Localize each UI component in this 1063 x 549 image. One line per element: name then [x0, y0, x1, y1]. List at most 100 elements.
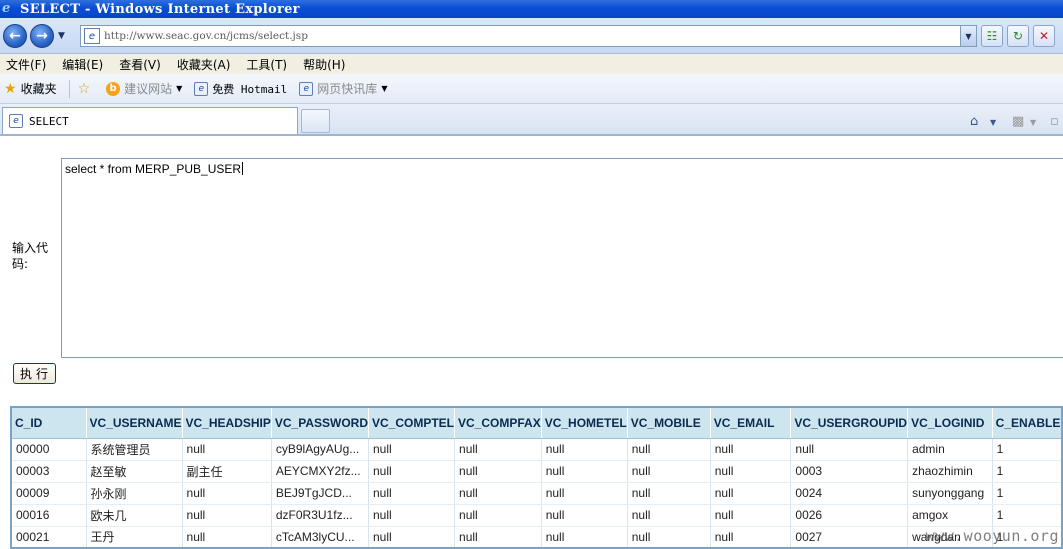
table-row: 00009 孙永刚 null BEJ9TgJCD... null null null null…: [11, 482, 1063, 505]
table-cell: AEYCMXY2fz...: [271, 460, 370, 483]
table-cell: 1: [992, 438, 1063, 461]
table-cell: sunyonggang: [907, 482, 993, 505]
table-cell: 0024: [790, 482, 909, 505]
table-row: 00000 系统管理员 null cyB9lAgyAUg... null null null…: [11, 438, 1063, 461]
history-dropdown-icon[interactable]: ▼: [58, 31, 65, 41]
table-cell: 1: [992, 504, 1063, 527]
free-hotmail-label: 免费 Hotmail: [212, 82, 288, 96]
chevron-down-icon: ▼: [381, 84, 388, 93]
back-arrow-icon: ←: [9, 28, 21, 44]
table-cell: null: [454, 438, 542, 461]
table-cell: null: [368, 504, 456, 527]
table-cell: null: [182, 504, 272, 527]
favorites-label: 收藏夹: [20, 82, 57, 96]
table-cell: 1: [992, 482, 1063, 505]
stop-button[interactable]: ✕: [1033, 25, 1055, 47]
execute-button[interactable]: 执行: [13, 363, 56, 384]
address-url[interactable]: http://www.seac.gov.cn/jcms/select.jsp: [104, 30, 308, 42]
table-cell: null: [541, 438, 628, 461]
column-header: C_ENABLE: [992, 407, 1063, 439]
table-cell: null: [182, 438, 272, 461]
window-title: SELECT - Windows Internet Explorer: [20, 1, 300, 17]
table-cell: null: [710, 526, 792, 549]
ie-page-icon: e: [299, 81, 314, 96]
column-header: VC_PASSWORD: [271, 407, 370, 439]
suggested-sites-button[interactable]: b 建议网站 ▼: [106, 80, 182, 97]
table-cell: 0003: [790, 460, 909, 483]
table-cell: 0026: [790, 504, 909, 527]
table-cell: cTcAM3lyCU...: [271, 526, 370, 549]
free-hotmail-link[interactable]: e 免费 Hotmail: [194, 81, 287, 97]
table-cell: null: [790, 438, 909, 461]
home-icon[interactable]: ⌂: [970, 114, 978, 129]
chevron-down-icon: ▼: [176, 84, 183, 93]
column-header: VC_HEADSHIP: [182, 407, 272, 439]
ie-logo-icon: e: [2, 1, 11, 16]
feeds-icon[interactable]: ▩: [1012, 114, 1024, 129]
column-header: VC_LOGINID: [907, 407, 993, 439]
column-header: VC_USERGROUPID: [790, 407, 909, 439]
table-cell: 系统管理员: [86, 438, 183, 461]
table-cell: null: [454, 526, 542, 549]
table-cell: amgox: [907, 504, 993, 527]
compatibility-icon: ☷: [986, 29, 998, 43]
result-table: C_ID VC_USERNAME VC_HEADSHIP VC_PASSWORD…: [10, 406, 1063, 549]
add-favorite-icon: ☆: [77, 80, 91, 97]
home-dropdown-icon[interactable]: ▼: [990, 118, 996, 127]
table-cell: null: [541, 482, 628, 505]
table-cell: null: [627, 482, 711, 505]
code-textarea[interactable]: select * from MERP_PUB_USER: [61, 158, 1063, 358]
add-to-favorites-button[interactable]: ☆: [78, 81, 95, 97]
refresh-icon: ↻: [1012, 29, 1024, 43]
refresh-button[interactable]: ↻: [1007, 25, 1029, 47]
text-cursor: [242, 162, 244, 175]
menu-favorites[interactable]: 收藏夹(A): [177, 56, 231, 73]
read-mail-icon[interactable]: ▫: [1050, 114, 1059, 129]
menu-edit[interactable]: 编辑(E): [62, 56, 103, 73]
table-cell: null: [541, 460, 628, 483]
table-cell: 00000: [11, 438, 87, 461]
table-cell: 1: [992, 460, 1063, 483]
favorites-button[interactable]: ★ 收藏夹: [4, 80, 57, 97]
tab-select[interactable]: e SELECT: [2, 107, 298, 134]
table-cell: null: [368, 438, 456, 461]
web-slice-gallery-button[interactable]: e 网页快讯库 ▼: [299, 80, 387, 97]
forward-arrow-icon: →: [36, 28, 48, 44]
table-cell: null: [368, 526, 456, 549]
table-header-row: C_ID VC_USERNAME VC_HEADSHIP VC_PASSWORD…: [11, 407, 1063, 439]
table-cell: null: [541, 504, 628, 527]
menu-view[interactable]: 查看(V): [119, 56, 161, 73]
table-cell: null: [454, 504, 542, 527]
address-dropdown-icon[interactable]: ▼: [960, 26, 976, 46]
menu-tools[interactable]: 工具(T): [246, 56, 287, 73]
menu-file[interactable]: 文件(F): [6, 56, 46, 73]
table-cell: 00009: [11, 482, 87, 505]
table-cell: 赵至敏: [86, 460, 183, 483]
table-cell: 00016: [11, 504, 87, 527]
new-tab-button[interactable]: [301, 109, 330, 133]
menu-help[interactable]: 帮助(H): [303, 56, 345, 73]
table-cell: null: [710, 482, 792, 505]
forward-button[interactable]: →: [30, 24, 54, 48]
table-cell: null: [368, 460, 456, 483]
table-cell: dzF0R3U1fz...: [271, 504, 370, 527]
close-icon: ✕: [1038, 29, 1050, 43]
address-toolbar: ← → ▼ e http://www.seac.gov.cn/jcms/sele…: [0, 18, 1063, 54]
code-label: 输入代码:: [12, 241, 49, 271]
web-slice-label: 网页快讯库: [317, 82, 378, 96]
address-bar[interactable]: e http://www.seac.gov.cn/jcms/select.jsp…: [80, 25, 977, 47]
column-header: VC_USERNAME: [86, 407, 183, 439]
page-content: 输入代码: select * from MERP_PUB_USER 执行 C_I…: [0, 138, 1063, 549]
table-cell: BEJ9TgJCD...: [271, 482, 370, 505]
code-text: select * from MERP_PUB_USER: [65, 162, 242, 176]
feeds-dropdown-icon[interactable]: ▼: [1030, 118, 1036, 127]
tab-bar: e SELECT ⌂ ▼ ▩ ▼ ▫: [0, 104, 1063, 136]
table-cell: null: [627, 504, 711, 527]
compatibility-view-button[interactable]: ☷: [981, 25, 1003, 47]
watermark: www.wooyun.org: [925, 527, 1059, 545]
table-row: 00003 赵至敏 副主任 AEYCMXY2fz... null null null null…: [11, 460, 1063, 483]
table-cell: null: [454, 482, 542, 505]
ie-page-icon: e: [194, 81, 209, 96]
suggested-sites-icon: b: [106, 81, 121, 96]
back-button[interactable]: ←: [3, 24, 27, 48]
